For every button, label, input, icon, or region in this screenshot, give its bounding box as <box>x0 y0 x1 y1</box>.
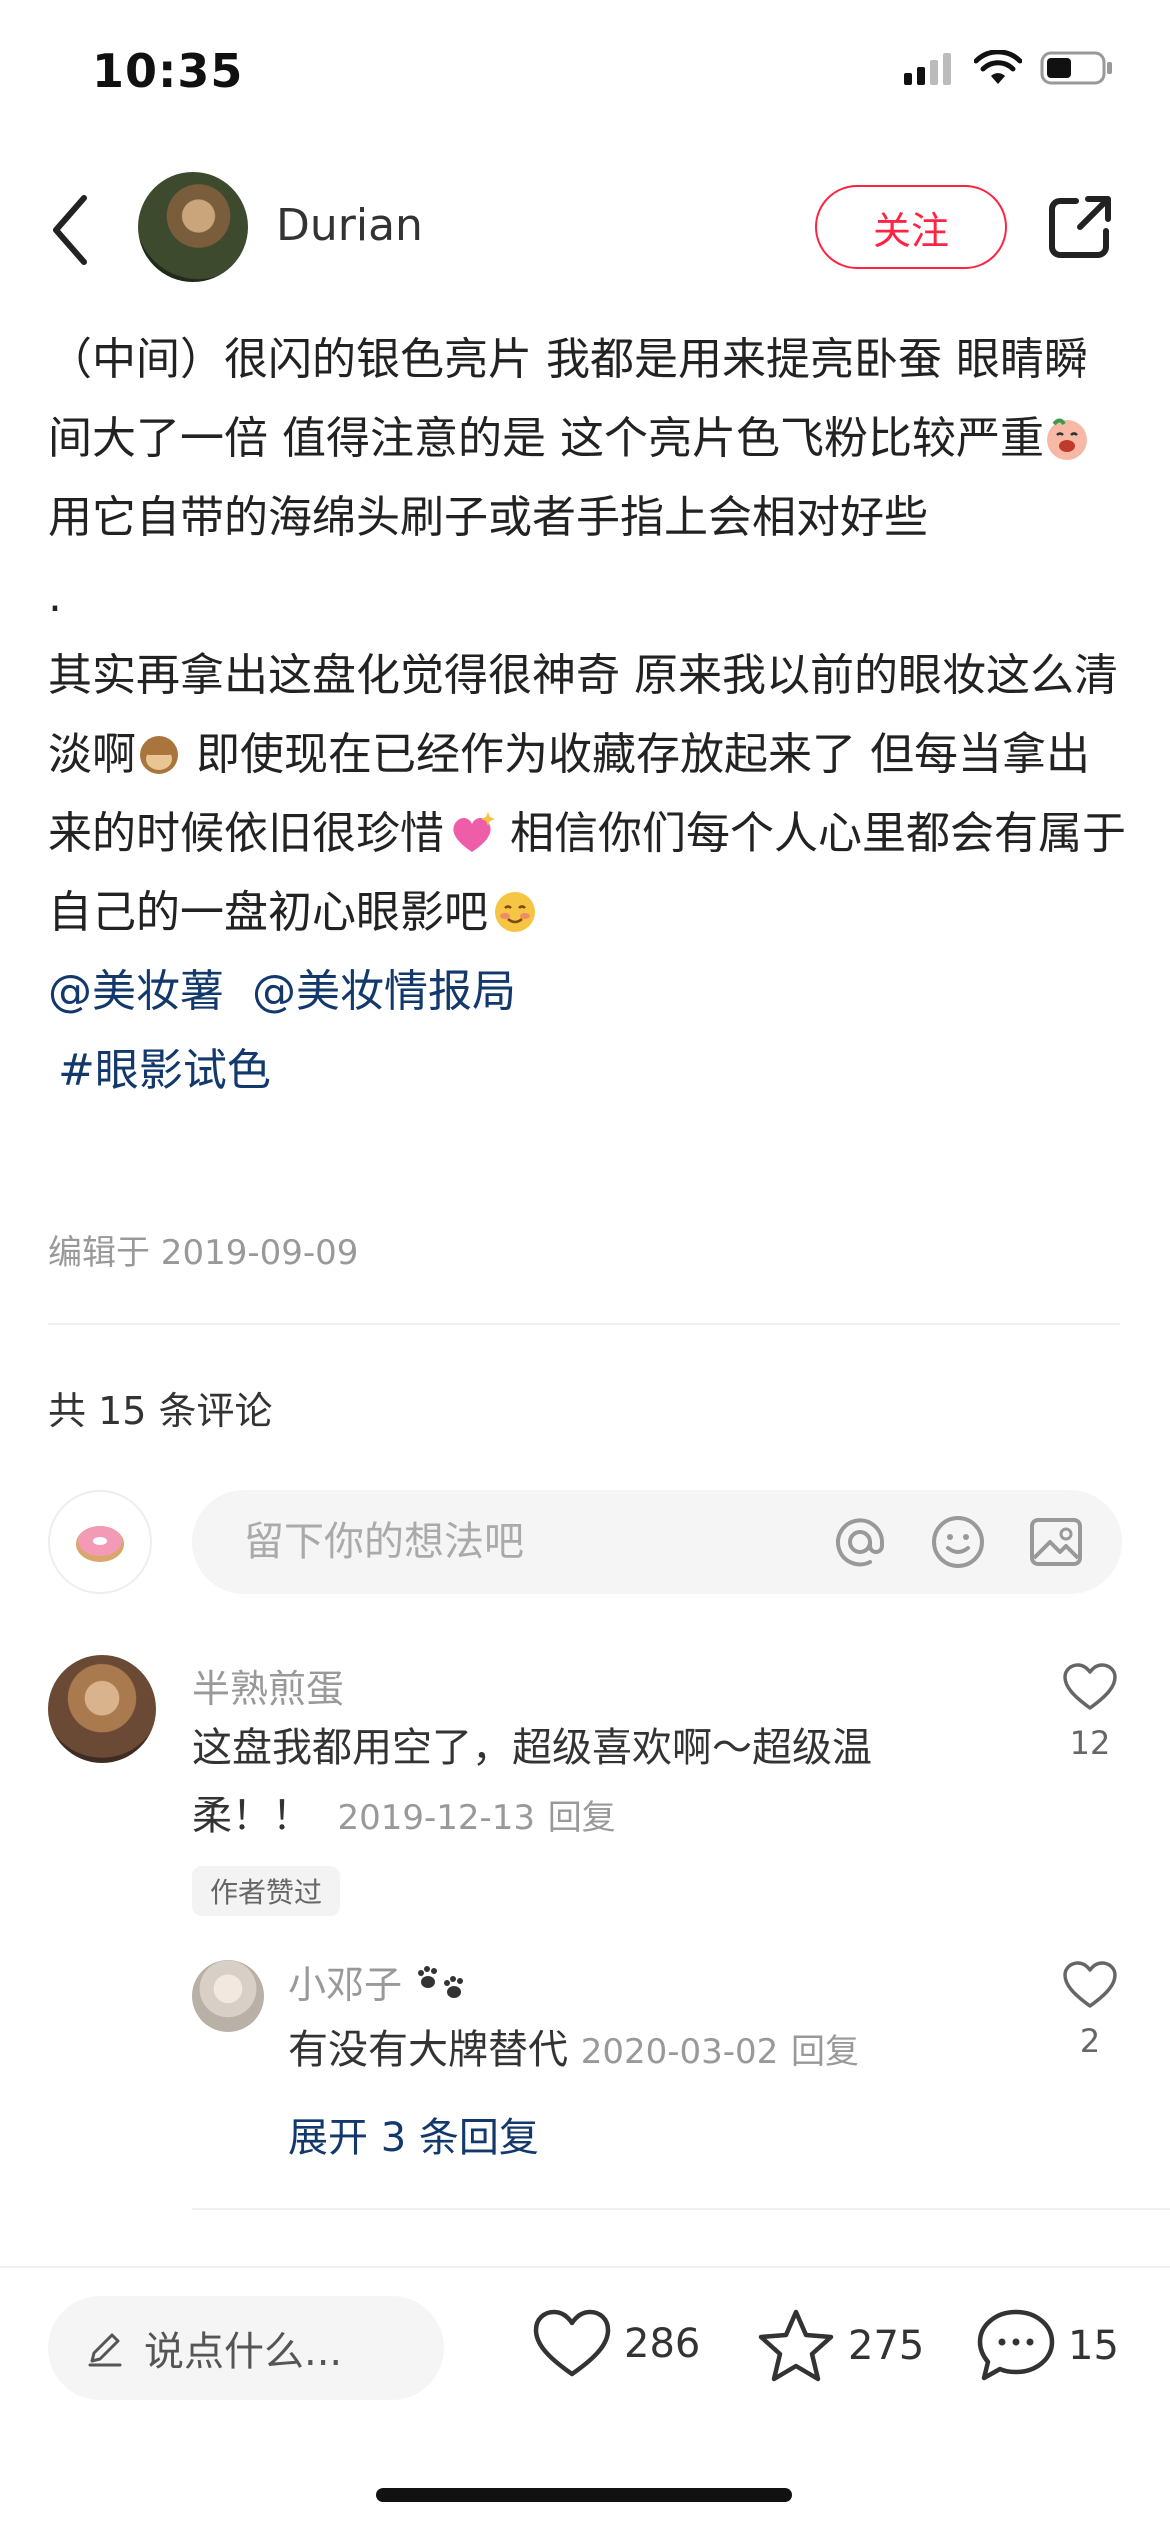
comment-text: 有没有大牌替代 <box>288 2027 568 2073</box>
emoji-icon[interactable] <box>928 1512 988 1572</box>
author-name[interactable]: Durian <box>276 200 423 251</box>
status-time: 10:35 <box>92 44 244 98</box>
say-something-placeholder: 说点什么... <box>144 2329 343 2375</box>
share-icon[interactable] <box>1046 193 1114 261</box>
hashtag-link[interactable]: #眼影试色 <box>58 1045 271 1096</box>
comment-count: 共 15 条评论 <box>48 1389 273 1433</box>
comment-text-end: 柔！！ <box>192 1793 312 1839</box>
post-text-1a: （中间）很闪的银色亮片 我都是用来提亮卧蚕 眼睛瞬间大了一倍 值得注意的是 这个… <box>48 334 1088 464</box>
divider <box>192 2208 1170 2210</box>
author-avatar[interactable] <box>138 172 248 282</box>
post-hashtags: #眼影试色 <box>48 1031 1128 1110</box>
reply-button[interactable]: 回复 <box>791 2032 859 2072</box>
favorite-action[interactable]: 275 <box>756 2308 924 2384</box>
post-content: （中间）很闪的银色亮片 我都是用来提亮卧蚕 眼睛瞬间大了一倍 值得注意的是 这个… <box>48 320 1128 1110</box>
heart-icon[interactable] <box>1062 1960 1118 2010</box>
battery-icon <box>1040 51 1112 85</box>
post-text-1b: 用它自带的海绵头刷子或者手指上会相对好些 <box>48 492 928 543</box>
comment-text-line: 这盘我都用空了，超级喜欢啊～超级温 <box>192 1725 872 1771</box>
commenter-name-row: 小邓子 <box>288 1954 470 2009</box>
commenter-name[interactable]: 小邓子 <box>288 1963 402 2007</box>
comment-input-box[interactable] <box>192 1490 1122 1594</box>
sparkling-heart-icon <box>453 812 495 852</box>
like-count: 12 <box>1069 1724 1111 1762</box>
comment-text-row: 有没有大牌替代 2020-03-02 回复 <box>288 2016 859 2086</box>
at-icon[interactable] <box>830 1512 890 1572</box>
image-icon[interactable] <box>1026 1512 1086 1572</box>
see-no-evil-monkey-icon <box>140 736 178 774</box>
post-paragraph-2: 其实再拿出这盘化觉得很神奇 原来我以前的眼妆这么清淡啊 即使现在已经作为收藏存放… <box>48 636 1128 952</box>
comment-date: 2019-12-13 <box>337 1798 536 1838</box>
expand-replies-button[interactable]: 展开 3 条回复 <box>288 2105 539 2163</box>
comment-text: 这盘我都用空了，超级喜欢啊～超级温 柔！！ 2019-12-13 回复 <box>192 1714 972 1852</box>
follow-button[interactable]: 关注 <box>815 185 1007 269</box>
commenter-name[interactable]: 半熟煎蛋 <box>192 1658 344 1713</box>
post-dot: . <box>48 571 62 622</box>
smiling-face-icon <box>495 892 535 932</box>
comment-date: 2020-03-02 <box>580 2032 779 2072</box>
wifi-icon <box>974 50 1022 84</box>
comment-bubble-icon[interactable] <box>976 2308 1056 2384</box>
author-liked-badge: 作者赞过 <box>192 1866 341 1916</box>
comment-input[interactable] <box>242 1518 806 1566</box>
say-something-input[interactable]: 说点什么... <box>48 2296 444 2400</box>
donut-icon <box>76 1526 124 1562</box>
commenter-avatar[interactable] <box>48 1655 156 1763</box>
commenter-avatar[interactable] <box>192 1960 264 2032</box>
mention-link[interactable]: @美妆情报局 <box>252 966 516 1017</box>
paw-prints-icon <box>418 1966 464 1998</box>
favorite-count: 275 <box>848 2323 925 2369</box>
post-mentions: @美妆薯 @美妆情报局 <box>48 952 1128 1031</box>
pencil-icon <box>88 2333 122 2367</box>
heart-icon[interactable] <box>532 2308 612 2380</box>
edit-date: 编辑于 2019-09-09 <box>48 1233 359 1273</box>
status-icons <box>904 50 1114 86</box>
divider <box>48 1323 1120 1325</box>
comment-count-bar: 15 <box>1068 2323 1119 2369</box>
post-paragraph-1: （中间）很闪的银色亮片 我都是用来提亮卧蚕 眼睛瞬间大了一倍 值得注意的是 这个… <box>48 320 1128 557</box>
signal-icon <box>904 53 951 85</box>
like-action[interactable]: 286 <box>532 2308 700 2380</box>
mention-link[interactable]: @美妆薯 <box>48 966 224 1017</box>
like-count: 2 <box>1079 2022 1101 2060</box>
star-icon[interactable] <box>756 2308 836 2384</box>
my-avatar <box>48 1490 152 1594</box>
home-indicator <box>376 2488 792 2502</box>
comment-like[interactable]: 2 <box>1062 1960 1118 2060</box>
comment-action[interactable]: 15 <box>976 2308 1119 2384</box>
crying-face-icon <box>1046 418 1087 460</box>
comment-text-line-2: 柔！！ 2019-12-13 回复 <box>192 1782 972 1852</box>
back-arrow-icon[interactable] <box>44 190 104 270</box>
heart-icon[interactable] <box>1062 1662 1118 1712</box>
comment-like[interactable]: 12 <box>1062 1662 1118 1762</box>
input-icons <box>830 1512 1086 1572</box>
like-count: 286 <box>624 2321 701 2367</box>
reply-button[interactable]: 回复 <box>548 1798 616 1838</box>
